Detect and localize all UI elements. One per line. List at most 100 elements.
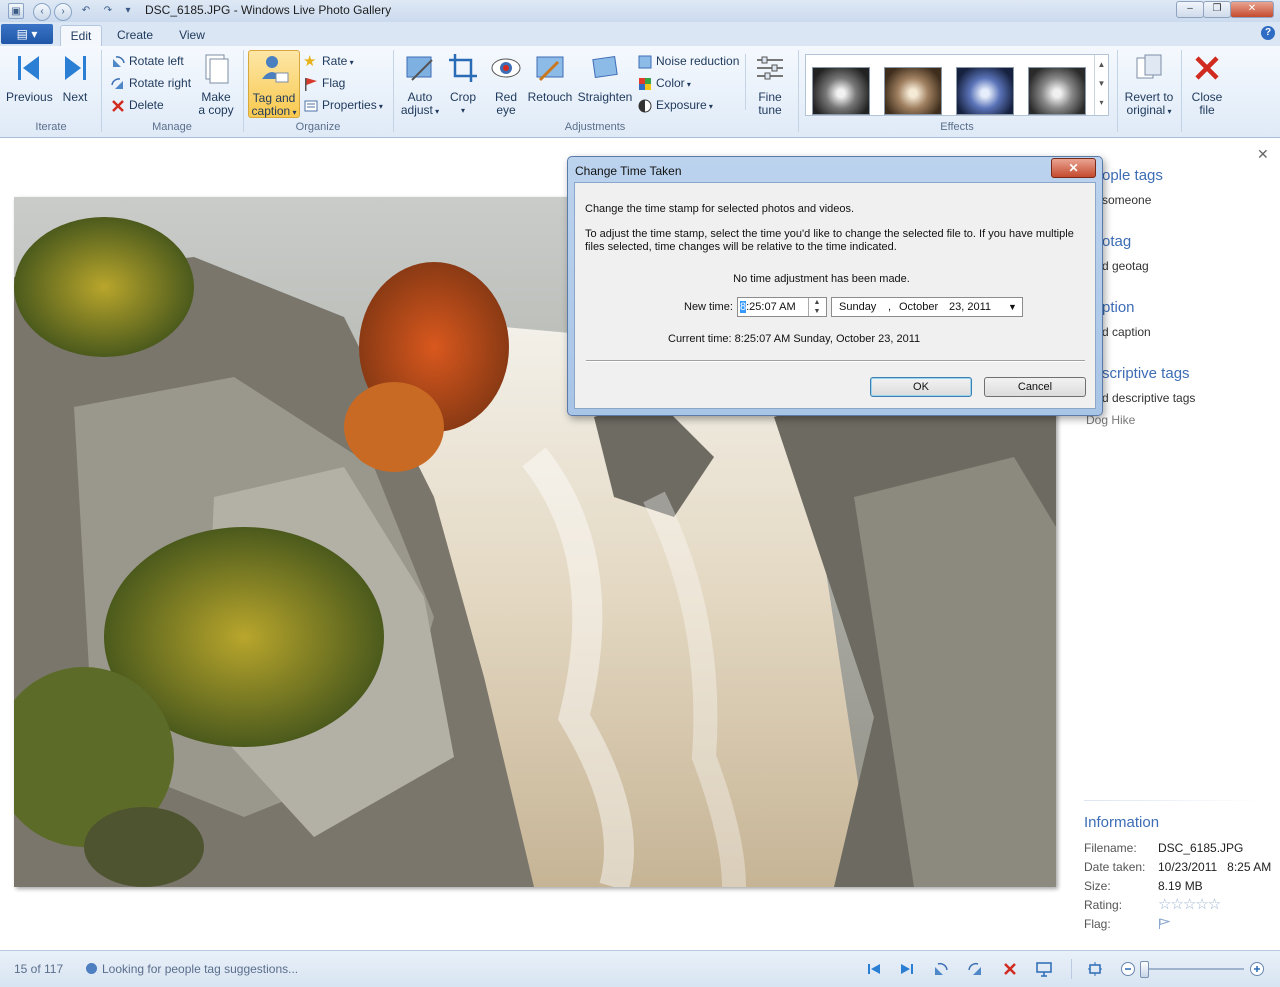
rotate-right-icon[interactable]	[967, 961, 983, 977]
date-taken-label: Date taken:	[1084, 860, 1146, 874]
close-pane-icon[interactable]: ✕	[1257, 146, 1269, 163]
delete-button[interactable]: Delete	[110, 96, 164, 114]
retouch-icon	[536, 56, 564, 82]
customize-quick-access-icon[interactable]: ▾	[120, 3, 136, 19]
date-taken-value[interactable]: 10/23/2011 8:25 AM	[1158, 860, 1271, 874]
add-caption-link[interactable]: d caption	[1102, 325, 1151, 339]
dialog-close-button[interactable]: ✕	[1051, 158, 1096, 178]
make-a-copy-button[interactable]: Make a copy	[196, 48, 236, 117]
date-picker[interactable]: Sunday , October 23, 2011 ▼	[831, 297, 1023, 317]
filename-label: Filename:	[1084, 841, 1137, 855]
previous-icon	[18, 56, 39, 80]
divider	[1117, 50, 1118, 132]
zoom-slider-thumb[interactable]	[1140, 961, 1149, 978]
dropdown-arrow-icon: ▾	[1165, 107, 1172, 116]
rotate-left-button[interactable]: Rotate left	[110, 52, 184, 70]
flag-label: Flag	[322, 76, 346, 90]
close-window-button[interactable]: ✕	[1230, 1, 1274, 18]
zoom-slider-track[interactable]	[1140, 968, 1244, 970]
add-descriptive-tags-link[interactable]: d descriptive tags	[1102, 391, 1195, 405]
flag-outline-icon[interactable]	[1158, 918, 1170, 930]
back-icon[interactable]: ‹	[33, 3, 51, 21]
delete-icon	[112, 99, 124, 112]
noise-reduction-button[interactable]: Noise reduction	[637, 52, 739, 70]
color-icon	[639, 77, 651, 90]
delete-icon[interactable]	[1002, 961, 1018, 977]
dropdown-arrow-icon: ▾	[460, 106, 465, 115]
zoom-in-icon[interactable]	[1249, 961, 1265, 977]
calendar-dropdown-icon[interactable]: ▼	[1008, 298, 1017, 316]
rotate-left-icon[interactable]	[933, 961, 949, 977]
ribbon-tabs: ▤ ▾ Edit Create View ?	[0, 22, 1280, 47]
time-rest-field[interactable]: :25:07 AM	[746, 301, 796, 313]
effect-grayscale[interactable]	[1028, 67, 1086, 115]
date-weekday[interactable]: Sunday	[839, 298, 876, 316]
straighten-label: Straighten	[577, 90, 633, 104]
next-photo-icon[interactable]	[899, 961, 915, 977]
fine-tune-button[interactable]: Fine tune	[750, 48, 790, 117]
tab-create[interactable]: Create	[112, 25, 158, 46]
effect-black-and-white[interactable]	[812, 67, 870, 115]
tag-and-caption-button[interactable]: Tag and caption ▾	[248, 50, 300, 118]
revert-to-original-button[interactable]: Revert to original ▾	[1121, 48, 1177, 118]
maximize-button[interactable]: ❐	[1203, 1, 1231, 18]
flag-label: Flag:	[1084, 917, 1111, 931]
previous-label: Previous	[6, 90, 53, 104]
tab-edit[interactable]: Edit	[60, 25, 102, 47]
undo-icon[interactable]: ↶	[78, 3, 94, 19]
size-label: Size:	[1084, 879, 1111, 893]
properties-button[interactable]: Properties ▾	[303, 96, 383, 114]
effect-sepia[interactable]	[884, 67, 942, 115]
actual-size-icon[interactable]	[1087, 961, 1103, 977]
app-menu-button[interactable]: ▤ ▾	[1, 24, 53, 44]
date-day-year[interactable]: 23, 2011	[949, 298, 991, 316]
ok-button[interactable]: OK	[870, 377, 972, 397]
straighten-button[interactable]: Straighten	[576, 48, 634, 104]
flag-button[interactable]: Flag	[303, 74, 345, 92]
group-label-iterate: Iterate	[35, 121, 67, 133]
rate-button[interactable]: ★ Rate ▾	[303, 52, 354, 70]
redo-icon[interactable]: ↷	[100, 3, 116, 19]
rating-stars[interactable]: ☆☆☆☆☆	[1158, 895, 1221, 913]
forward-icon[interactable]: ›	[54, 3, 72, 21]
add-geotag-link[interactable]: d geotag	[1102, 259, 1149, 273]
tag-someone-link[interactable]: someone	[1102, 193, 1151, 207]
cancel-button[interactable]: Cancel	[984, 377, 1086, 397]
zoom-out-icon[interactable]	[1120, 961, 1136, 977]
gallery-scroll[interactable]: ▲ ▼ ▾	[1094, 55, 1108, 115]
rate-label: Rate	[322, 54, 348, 68]
slideshow-icon[interactable]	[1036, 961, 1052, 977]
red-eye-button[interactable]: Red eye	[488, 48, 524, 117]
ribbon: Previous Next Iterate Rotate left Rotate…	[0, 46, 1280, 138]
next-button[interactable]: Next	[56, 48, 94, 104]
dropdown-arrow-icon: ▾	[706, 102, 713, 111]
effect-cyan-tone[interactable]	[956, 67, 1014, 115]
dialog-explain-2: files selected, time changes will be rel…	[585, 241, 897, 253]
date-month[interactable]: October	[899, 298, 938, 316]
help-icon[interactable]: ?	[1261, 26, 1275, 40]
dropdown-arrow-icon: ▾	[432, 107, 440, 116]
exposure-button[interactable]: Exposure ▾	[637, 96, 713, 114]
divider	[745, 54, 746, 110]
dropdown-arrow-icon: ▾	[376, 102, 383, 111]
auto-adjust-button[interactable]: Auto adjust ▾	[399, 48, 441, 118]
rotate-right-button[interactable]: Rotate right	[110, 74, 191, 92]
effects-gallery: ▲ ▼ ▾	[805, 54, 1109, 116]
crop-button[interactable]: Crop ▾	[445, 48, 481, 117]
dialog-explain-1: To adjust the time stamp, select the tim…	[585, 228, 1074, 240]
tab-view[interactable]: View	[172, 25, 212, 46]
close-file-button[interactable]: Close file	[1186, 48, 1228, 117]
time-picker[interactable]: 8:25:07 AM ▲ ▼	[737, 297, 827, 317]
previous-button[interactable]: Previous	[6, 48, 53, 104]
time-spinner[interactable]: ▲ ▼	[808, 298, 825, 316]
minimize-button[interactable]: –	[1176, 1, 1204, 18]
filename-value: DSC_6185.JPG	[1158, 841, 1244, 855]
previous-photo-icon[interactable]	[866, 961, 882, 977]
divider	[798, 50, 799, 132]
revert-icon	[1136, 54, 1162, 79]
make-a-copy-icon	[205, 54, 229, 84]
retouch-button[interactable]: Retouch	[527, 48, 573, 104]
color-button[interactable]: Color ▾	[637, 74, 691, 92]
star-icon: ★	[303, 52, 317, 70]
noise-reduction-icon	[638, 55, 652, 69]
